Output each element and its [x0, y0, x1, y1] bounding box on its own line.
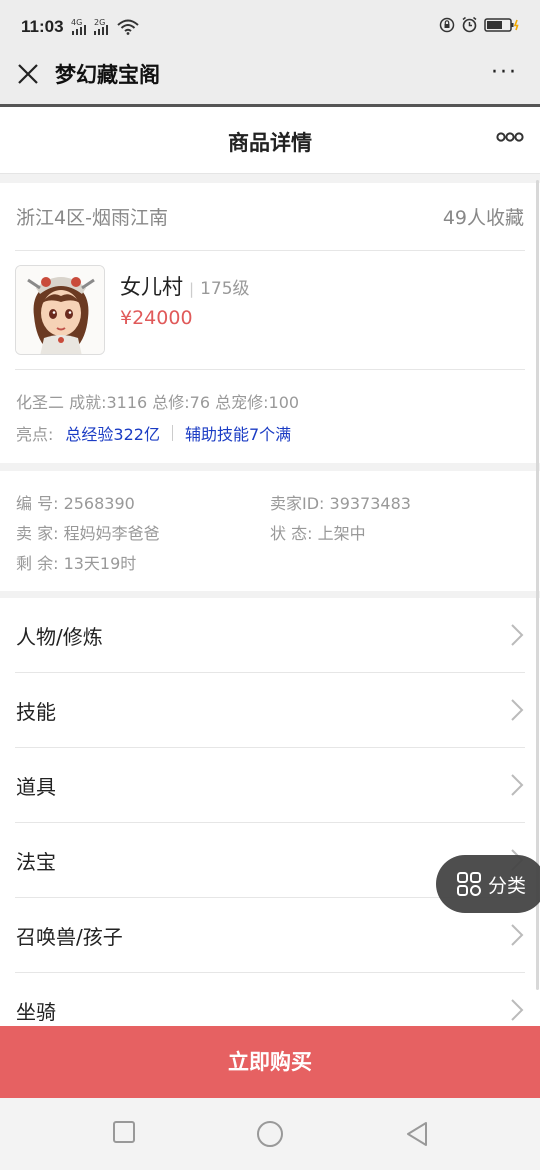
menu-item-label: 道具	[16, 775, 56, 799]
role-level: 175级	[200, 279, 250, 299]
wifi-icon	[117, 19, 139, 35]
rotation-lock-icon	[439, 17, 455, 32]
home-icon[interactable]	[256, 1120, 284, 1148]
highlights-row: 亮点: 总经验322亿 辅助技能7个满	[16, 421, 291, 445]
close-icon[interactable]	[14, 60, 42, 88]
listing-status: 状 态: 上架中	[270, 524, 366, 543]
seller-name: 卖 家: 程妈妈李爸爸	[16, 524, 160, 543]
favorites-count[interactable]: 49人收藏	[443, 203, 524, 230]
status-time: 11:03	[21, 17, 64, 36]
highlight-tag[interactable]: 总经验322亿	[65, 421, 160, 445]
highlights-label: 亮点:	[16, 425, 54, 444]
menu-item-label: 技能	[16, 700, 56, 724]
menu-item-skills[interactable]: 技能	[0, 673, 540, 748]
page-title: 商品详情	[228, 131, 312, 155]
price: ¥24000	[120, 307, 193, 329]
section-gap	[0, 591, 540, 598]
menu-item-character[interactable]: 人物/修炼	[0, 598, 540, 673]
page-header: 商品详情	[0, 107, 540, 174]
category-button[interactable]: 分类	[436, 855, 540, 913]
webview-title: 梦幻藏宝阁	[55, 63, 160, 87]
chevron-right-icon	[511, 924, 524, 946]
buy-now-button[interactable]: 立即购买	[0, 1026, 540, 1098]
listing-id: 编 号: 2568390	[16, 494, 135, 513]
menu-item-label: 人物/修炼	[16, 625, 103, 649]
server-name: 浙江4区-烟雨江南	[16, 207, 168, 229]
chevron-right-icon	[511, 774, 524, 796]
section-gap	[0, 463, 540, 471]
menu-item-label: 坐骑	[16, 1000, 56, 1024]
menu-item-label: 法宝	[16, 850, 56, 874]
character-avatar[interactable]	[15, 265, 105, 355]
chevron-right-icon	[511, 624, 524, 646]
battery-icon	[484, 17, 519, 32]
listing-info: 编 号: 2568390 卖家ID: 39373483 卖 家: 程妈妈李爸爸 …	[0, 471, 540, 591]
seller-id: 卖家ID: 39373483	[270, 494, 411, 513]
page-more-icon[interactable]	[496, 131, 524, 143]
signal-icon	[94, 25, 108, 35]
product-summary-card: 浙江4区-烟雨江南 49人收藏 女儿村 | 175级 ¥24000 化圣二 成就…	[0, 183, 540, 463]
signal-icon	[72, 25, 86, 35]
more-options-button[interactable]: ···	[491, 62, 518, 84]
character-stats: 化圣二 成就:3116 总修:76 总宠修:100	[16, 393, 300, 412]
chevron-right-icon	[511, 999, 524, 1021]
divider	[15, 250, 525, 251]
webview-title-bar: 梦幻藏宝阁 ···	[0, 54, 540, 104]
separator	[171, 425, 173, 441]
separator: |	[189, 280, 195, 298]
role-info: 女儿村 | 175级	[120, 271, 250, 301]
category-grid-icon	[457, 872, 481, 896]
recent-apps-icon[interactable]	[112, 1120, 136, 1144]
chevron-right-icon	[511, 699, 524, 721]
character-portrait-icon	[16, 266, 104, 354]
menu-item-label: 召唤兽/孩子	[16, 925, 123, 949]
divider	[15, 369, 525, 370]
category-button-label: 分类	[488, 874, 527, 897]
highlight-tag[interactable]: 辅助技能7个满	[185, 421, 291, 445]
time-remaining: 剩 余: 13天19时	[16, 554, 137, 573]
role-name: 女儿村	[120, 275, 183, 299]
menu-item-items[interactable]: 道具	[0, 748, 540, 823]
alarm-icon	[462, 16, 477, 33]
system-nav-bar	[0, 1098, 540, 1170]
status-bar: 11:03 4G 2G	[0, 0, 540, 54]
back-icon[interactable]	[404, 1120, 430, 1148]
section-gap	[0, 174, 540, 183]
